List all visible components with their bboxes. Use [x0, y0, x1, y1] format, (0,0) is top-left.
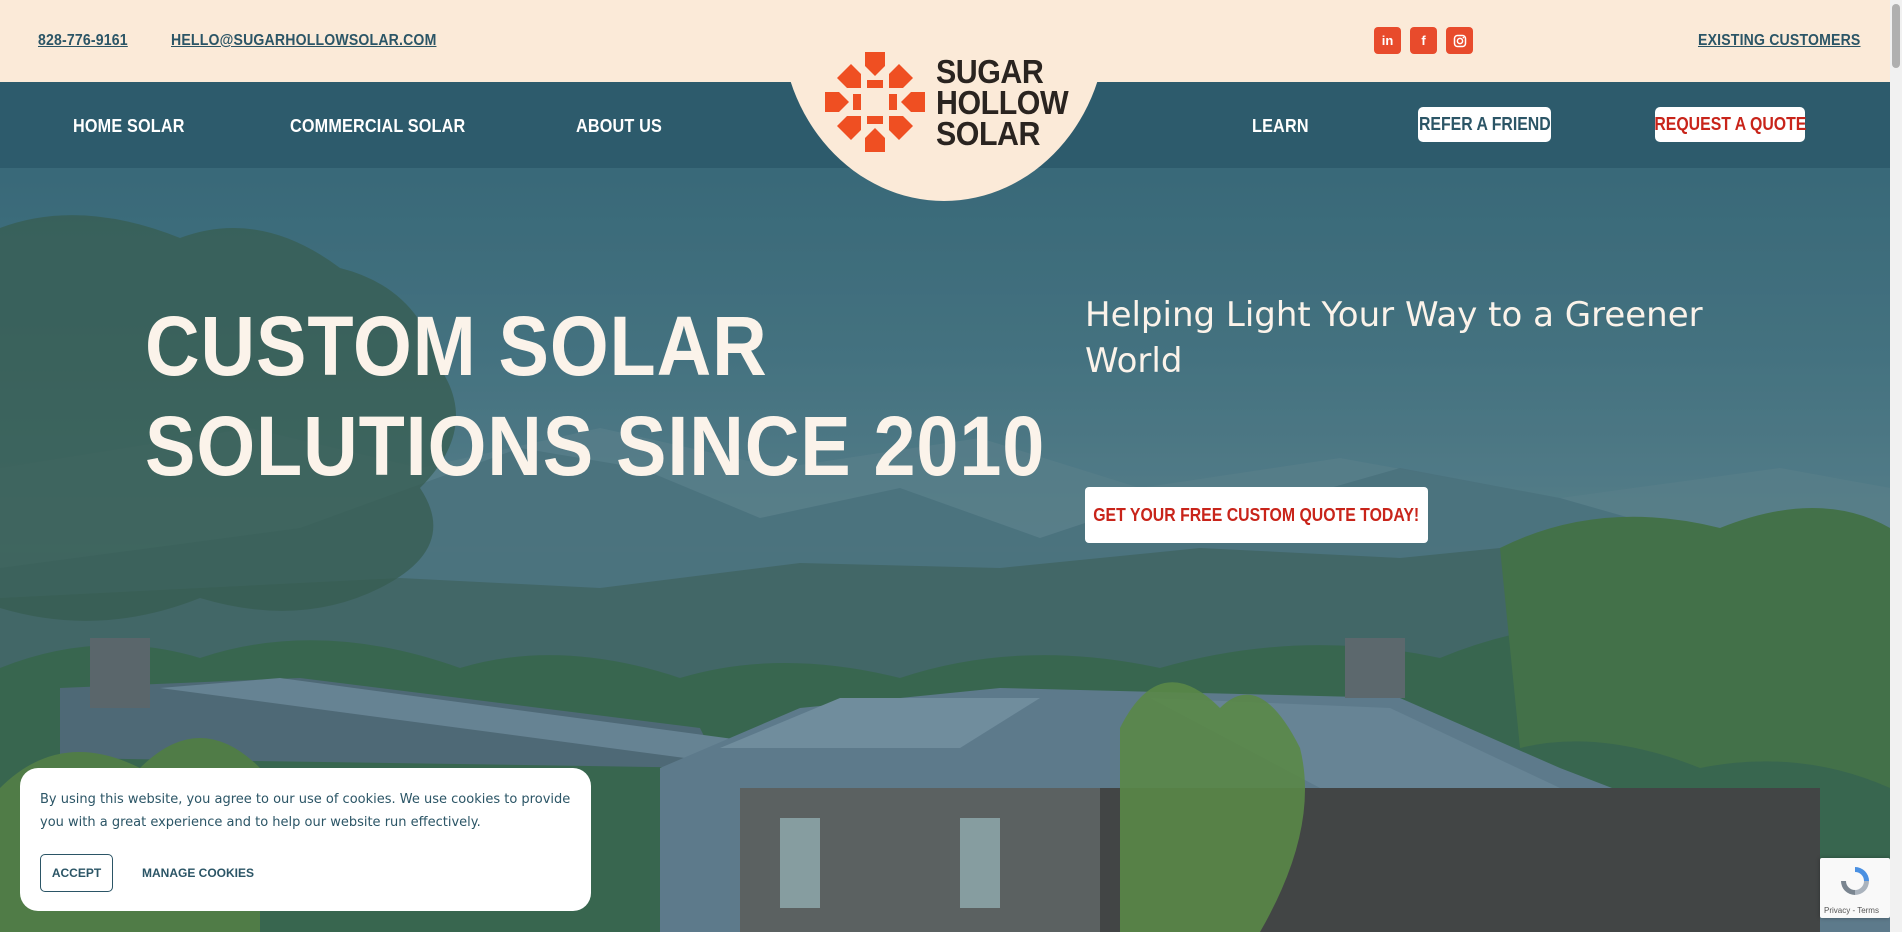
logo-line-3: SOLAR: [936, 115, 1040, 152]
hero-tagline: Helping Light Your Way to a Greener Worl…: [1085, 295, 1703, 381]
request-quote-label: REQUEST A QUOTE: [1654, 114, 1806, 134]
hero-headline: CUSTOM SOLAR SOLUTIONS SINCE 2010: [145, 296, 1145, 496]
logo-line-2: HOLLOW: [936, 84, 1069, 121]
hero-headline-line-2: SOLUTIONS SINCE 2010: [145, 399, 1046, 493]
free-quote-button[interactable]: GET YOUR FREE CUSTOM QUOTE TODAY!: [1085, 487, 1428, 543]
free-quote-label: GET YOUR FREE CUSTOM QUOTE TODAY!: [1093, 504, 1420, 525]
manage-cookies-link[interactable]: MANAGE COOKIES: [142, 866, 254, 880]
logo-line-1: SUGAR: [936, 53, 1044, 90]
page-scrollbar[interactable]: [1890, 0, 1902, 932]
phone-link[interactable]: 828-776-9161: [38, 32, 128, 50]
instagram-icon[interactable]: [1446, 27, 1473, 54]
nav-learn[interactable]: LEARN: [1252, 116, 1309, 137]
cookie-banner: By using this website, you agree to our …: [20, 768, 591, 911]
request-quote-button[interactable]: REQUEST A QUOTE: [1654, 107, 1806, 142]
recaptcha-icon: [1841, 867, 1869, 895]
recaptcha-badge[interactable]: Privacy - Terms: [1820, 858, 1890, 918]
scrollbar-thumb[interactable]: [1892, 4, 1900, 68]
email-link[interactable]: HELLO@SUGARHOLLOWSOLAR.COM: [171, 32, 436, 50]
recaptcha-links[interactable]: Privacy - Terms: [1824, 906, 1879, 915]
nav-home-solar[interactable]: HOME SOLAR: [73, 116, 185, 137]
sun-logo-icon[interactable]: [823, 50, 927, 154]
nav-commercial-solar[interactable]: COMMERCIAL SOLAR: [290, 116, 465, 137]
existing-customers-link[interactable]: EXISTING CUSTOMERS: [1698, 32, 1861, 50]
logo-wordmark[interactable]: SUGAR HOLLOW SOLAR: [936, 53, 1080, 152]
nav-about-us[interactable]: ABOUT US: [576, 116, 662, 137]
refer-friend-button[interactable]: REFER A FRIEND: [1418, 107, 1551, 142]
hero-headline-line-1: CUSTOM SOLAR: [145, 299, 768, 393]
cookie-message: By using this website, you agree to our …: [40, 792, 571, 830]
linkedin-icon[interactable]: in: [1374, 27, 1401, 54]
facebook-icon[interactable]: f: [1410, 27, 1437, 54]
refer-friend-label: REFER A FRIEND: [1418, 114, 1551, 134]
accept-cookies-button[interactable]: ACCEPT: [40, 854, 113, 892]
